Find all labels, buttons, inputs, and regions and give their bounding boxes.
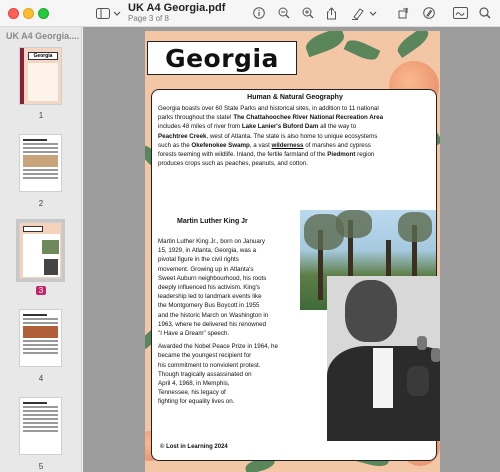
leaf-illustration bbox=[343, 36, 381, 64]
chevron-down-icon[interactable] bbox=[112, 4, 122, 22]
pen-circle-icon[interactable] bbox=[422, 4, 436, 22]
mlk-paragraph-line: deeply influenced his activism. King's bbox=[158, 284, 260, 292]
rotate-icon[interactable] bbox=[397, 4, 411, 22]
mlk-paragraph-line: and the historic March on Washington in bbox=[158, 311, 269, 319]
document-view[interactable]: Georgia Human & Natural Geography Georgi… bbox=[83, 27, 500, 472]
thumbnail-label-2: 2 bbox=[38, 199, 44, 208]
mlk-paragraph-line: Sweet Auburn neighbourhood, his roots bbox=[158, 274, 267, 282]
page-title-box: Georgia bbox=[147, 41, 297, 75]
section-heading-geography: Human & Natural Geography bbox=[247, 94, 343, 101]
title-bar: UK A4 Georgia.pdf Page 3 of 8 bbox=[0, 0, 500, 27]
leaf-illustration bbox=[394, 31, 432, 59]
sidebar-icon[interactable] bbox=[95, 4, 111, 22]
mlk-paragraph-line: Awarded the Nobel Peace Prize in 1964, h… bbox=[158, 343, 278, 351]
mlk-paragraph-line: 15, 1929, in Atlanta, Georgia, was a bbox=[158, 247, 257, 255]
mlk-paragraph-line: Martin Luther King Jr., born on January bbox=[158, 238, 265, 245]
zoom-in-icon[interactable] bbox=[301, 4, 315, 22]
mlk-paragraph-line: the Montgomery Bus Boycott in 1955 bbox=[158, 302, 260, 310]
mlk-paragraph-line: 1963, where he delivered his renowned bbox=[158, 320, 267, 328]
page-title: Georgia bbox=[165, 43, 279, 73]
thumbnail-label-5: 5 bbox=[38, 462, 44, 471]
mlk-paragraph-line: his commitment to nonviolent protest. bbox=[158, 361, 261, 369]
thumbnail-label-4: 4 bbox=[38, 374, 44, 383]
mlk-paragraph-line: Tennessee, his legacy of bbox=[158, 389, 226, 397]
page-thumbnail-3[interactable] bbox=[16, 219, 65, 282]
window-title: UK A4 Georgia.pdf bbox=[128, 2, 226, 14]
mlk-paragraph: Martin Luther King Jr., born on January 1… bbox=[158, 237, 298, 407]
page-thumbnail-4[interactable] bbox=[19, 309, 62, 367]
page-indicator: Page 3 of 8 bbox=[128, 14, 169, 23]
markup-chevron-icon[interactable] bbox=[368, 4, 378, 22]
signature-icon[interactable] bbox=[452, 4, 468, 22]
thumbnail-cover-band bbox=[20, 48, 24, 104]
fullscreen-window-button[interactable] bbox=[38, 8, 49, 19]
page-thumbnail-5[interactable] bbox=[19, 397, 62, 455]
mlk-paragraph-line: pivotal figure in the civil rights bbox=[158, 256, 239, 264]
mlk-paragraph-line: "I Have a Dream" speech. bbox=[158, 330, 230, 338]
preview-window: UK A4 Georgia.pdf Page 3 of 8 UK A4 Geor… bbox=[0, 0, 500, 472]
zoom-out-icon[interactable] bbox=[277, 4, 291, 22]
geography-paragraph: Georgia boasts over 60 State Parks and h… bbox=[158, 105, 384, 168]
mlk-paragraph-line: fighting for equality lives on. bbox=[158, 398, 235, 406]
mlk-paragraph-line: leadership led to landmark events like bbox=[158, 293, 262, 301]
page-thumbnail-1[interactable]: Georgia bbox=[19, 47, 62, 105]
copyright-footer: © Lost in Learning 2024 bbox=[160, 444, 228, 450]
minimize-window-button[interactable] bbox=[23, 8, 34, 19]
thumbnail-label-1: 1 bbox=[38, 111, 44, 120]
search-icon[interactable] bbox=[478, 4, 492, 22]
page-thumbnail-2[interactable] bbox=[19, 134, 62, 192]
leaf-illustration bbox=[303, 31, 347, 58]
thumbnail-cover-body bbox=[28, 63, 58, 101]
mlk-paragraph-line: became the youngest recipient for bbox=[158, 352, 252, 360]
martin-luther-king-photo bbox=[327, 276, 440, 441]
mlk-paragraph-line: Though tragically assassinated on bbox=[158, 370, 252, 378]
mlk-paragraph-line: movement. Growing up in Atlanta's bbox=[158, 265, 254, 273]
sidebar-document-title: UK A4 Georgia.... bbox=[6, 31, 80, 41]
thumbnail-label-3: 3 bbox=[0, 286, 82, 295]
mlk-paragraph-line: April 4, 1968, in Memphis, bbox=[158, 380, 230, 388]
info-icon[interactable] bbox=[252, 4, 266, 22]
thumbnail-cover-title: Georgia bbox=[28, 52, 58, 60]
thumbnail-sidebar: UK A4 Georgia.... Georgia 1 2 3 4 5 bbox=[0, 27, 82, 472]
pdf-page: Georgia Human & Natural Geography Georgi… bbox=[145, 31, 440, 472]
section-heading-mlk: Martin Luther King Jr bbox=[177, 218, 248, 225]
share-icon[interactable] bbox=[324, 4, 338, 22]
close-window-button[interactable] bbox=[8, 8, 19, 19]
highlighter-icon[interactable] bbox=[350, 4, 366, 22]
